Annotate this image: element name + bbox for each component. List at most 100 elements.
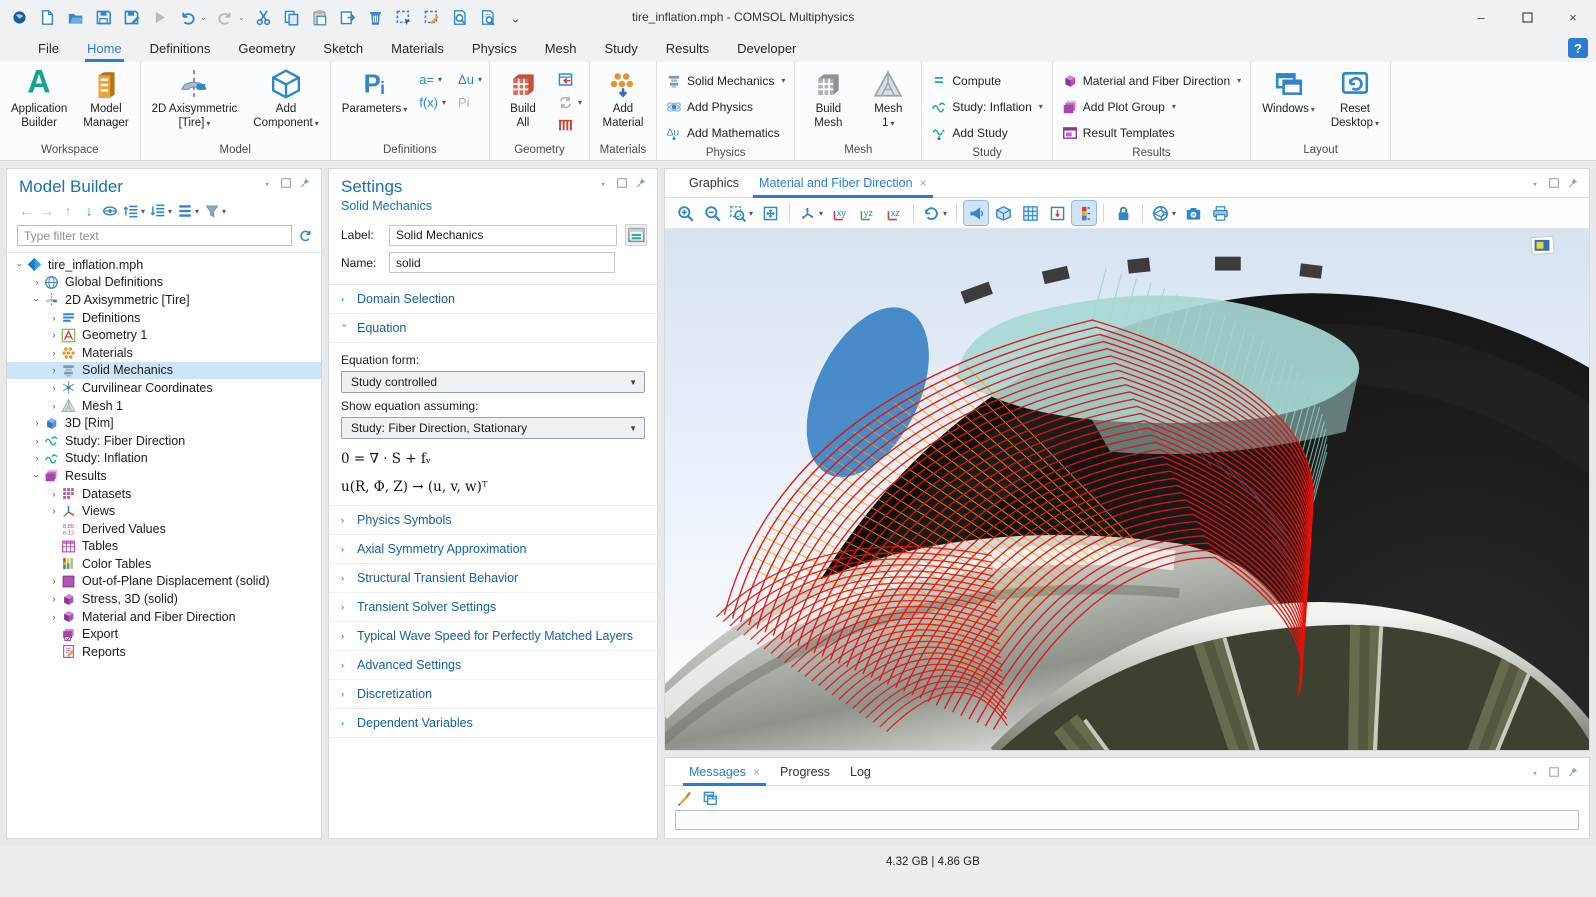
ribbon-button-build-all[interactable]: BuildAll xyxy=(494,66,552,133)
ribbon-button-parameters[interactable]: PᵢParameters▾ xyxy=(335,66,414,120)
section-header-typical-wave-speed-for-perfectly-matched-layers[interactable]: ›Typical Wave Speed for Perfectly Matche… xyxy=(329,622,657,651)
clip-plane-button[interactable] xyxy=(1045,201,1069,225)
tree-item[interactable]: ›Geometry 1 xyxy=(7,326,321,344)
tree-item[interactable]: ›tire_inflation.mph xyxy=(7,256,321,274)
overflow-button[interactable]: ⌄ xyxy=(502,4,528,30)
env-reflections-button[interactable] xyxy=(1018,201,1042,225)
ribbon-button-reset-desktop[interactable]: ResetDesktop▾ xyxy=(1324,66,1386,134)
graphics-tab-graphics[interactable]: Graphics xyxy=(679,169,749,198)
show-equation-select[interactable]: Study: Fiber Direction, Stationary▼ xyxy=(341,417,645,439)
section-header-discretization[interactable]: ›Discretization xyxy=(329,680,657,709)
section-header-advanced-settings[interactable]: ›Advanced Settings xyxy=(329,651,657,680)
zoom-out-button[interactable] xyxy=(700,201,724,225)
ribbon-button-add-material[interactable]: AddMaterial xyxy=(594,66,652,133)
label-field-input[interactable] xyxy=(389,225,617,246)
tree-item[interactable]: ›Material and Fiber Direction xyxy=(7,608,321,626)
tree-item[interactable]: ›Stress, 3D (solid) xyxy=(7,590,321,608)
tree-item[interactable]: ›2D Axisymmetric [Tire] xyxy=(7,291,321,309)
save-button[interactable] xyxy=(90,4,116,30)
maximize-button[interactable] xyxy=(1504,0,1550,34)
copy-table-button[interactable] xyxy=(701,789,719,807)
open-button[interactable] xyxy=(62,4,88,30)
ribbon-button-mesh-tri[interactable]: Mesh1▾ xyxy=(859,66,917,134)
ribbon-row-add-plot-group[interactable]: Add Plot Group▾ xyxy=(1057,94,1246,119)
ribbon-button-axisym-2d[interactable]: 2D Axisymmetric[Tire]▾ xyxy=(145,66,245,134)
menu-tab-geometry[interactable]: Geometry xyxy=(224,34,309,62)
tab-close-icon[interactable]: × xyxy=(920,176,927,190)
panel-corner-icons[interactable]: ▾ xyxy=(597,177,647,189)
tree-expander-icon[interactable]: › xyxy=(30,436,44,446)
section-header-axial-symmetry-approximation[interactable]: ›Axial Symmetry Approximation xyxy=(329,535,657,564)
tree-item[interactable]: ›Curvilinear Coordinates xyxy=(7,379,321,397)
cut-button[interactable] xyxy=(250,4,276,30)
find-doc-button[interactable] xyxy=(446,4,472,30)
minimize-button[interactable]: – xyxy=(1458,0,1504,34)
ribbon-button-app-builder[interactable]: AApplicationBuilder xyxy=(4,66,74,133)
help-button[interactable]: ? xyxy=(1568,38,1588,58)
equation-form-select[interactable]: Study controlled▼ xyxy=(341,371,645,393)
tree-item[interactable]: ›Mesh 1 xyxy=(7,397,321,415)
redo-button[interactable] xyxy=(212,4,238,30)
tree-item[interactable]: ›Views xyxy=(7,502,321,520)
node-group-button[interactable]: ▾ xyxy=(176,202,200,220)
panel-corner-icons[interactable]: ▾ xyxy=(1529,177,1579,189)
menu-tab-sketch[interactable]: Sketch xyxy=(309,34,377,62)
section-header-physics-symbols[interactable]: ›Physics Symbols xyxy=(329,506,657,535)
ribbon-button-build-mesh[interactable]: BuildMesh xyxy=(799,66,857,133)
undo-button[interactable] xyxy=(174,4,200,30)
lock-axes-button[interactable] xyxy=(1111,201,1135,225)
zoom-in-button[interactable] xyxy=(673,201,697,225)
tree-expander-icon[interactable]: › xyxy=(47,594,61,604)
section-header-domain-selection[interactable]: ›Domain Selection xyxy=(329,285,657,314)
color-legend-button[interactable] xyxy=(1072,201,1096,225)
menu-tab-results[interactable]: Results xyxy=(652,34,723,62)
rotate-button[interactable]: ▾ xyxy=(921,201,949,225)
copy-button[interactable] xyxy=(278,4,304,30)
print-button[interactable] xyxy=(1208,201,1232,225)
snapshot-button[interactable] xyxy=(1181,201,1205,225)
tree-expander-icon[interactable]: › xyxy=(47,506,61,516)
save-edit-button[interactable] xyxy=(118,4,144,30)
section-header-structural-transient-behavior[interactable]: ›Structural Transient Behavior xyxy=(329,564,657,593)
paste-button[interactable] xyxy=(306,4,332,30)
ribbon-row-add-study[interactable]: Add Study xyxy=(926,120,1047,145)
messages-tab-messages[interactable]: Messages× xyxy=(679,758,770,786)
go-to-view-button[interactable]: ▾ xyxy=(797,201,825,225)
run-button[interactable] xyxy=(146,4,172,30)
tree-expander-icon[interactable]: › xyxy=(47,401,61,411)
ribbon-row-result-templates[interactable]: Result Templates xyxy=(1057,120,1246,145)
refresh-icon[interactable] xyxy=(298,228,313,243)
view-xz-button[interactable]: xz xyxy=(882,201,906,225)
section-header-transient-solver-settings[interactable]: ›Transient Solver Settings xyxy=(329,593,657,622)
tree-item[interactable]: ›Study: Inflation xyxy=(7,450,321,468)
messages-tab-progress[interactable]: Progress xyxy=(770,758,840,786)
show-toggle-button[interactable] xyxy=(101,202,119,220)
ribbon-mini-Δu[interactable]: Δu▾ xyxy=(455,68,485,90)
search-doc-button[interactable] xyxy=(474,4,500,30)
tree-expander-icon[interactable]: › xyxy=(47,383,61,393)
tree-expander-icon[interactable]: › xyxy=(47,365,61,375)
messages-output[interactable] xyxy=(675,810,1579,830)
duplicate-button[interactable] xyxy=(334,4,360,30)
filter-button[interactable]: ▾ xyxy=(203,202,227,220)
tree-expander-icon[interactable]: › xyxy=(30,453,44,463)
zoom-extents-button[interactable] xyxy=(758,201,782,225)
select-button[interactable] xyxy=(390,4,416,30)
tree-expander-icon[interactable]: › xyxy=(47,612,61,622)
ribbon-mini-import-seq[interactable] xyxy=(554,68,585,90)
tree-item[interactable]: ›Study: Fiber Direction xyxy=(7,432,321,450)
create-parameter-button[interactable] xyxy=(625,224,647,246)
transparency-button[interactable] xyxy=(991,201,1015,225)
tree-expander-icon[interactable]: › xyxy=(47,348,61,358)
graphics-canvas[interactable] xyxy=(665,229,1589,750)
section-header-equation[interactable]: ›Equation xyxy=(329,314,657,343)
tree-item[interactable]: ›Results xyxy=(7,467,321,485)
menu-tab-file[interactable]: File xyxy=(24,34,73,62)
tree-expander-icon[interactable]: › xyxy=(15,258,25,272)
tree-item[interactable]: Color Tables xyxy=(7,555,321,573)
view-xy-button[interactable]: xy xyxy=(828,201,852,225)
delete-button[interactable] xyxy=(362,4,388,30)
zoom-box-button[interactable]: ▾ xyxy=(727,201,755,225)
tree-item[interactable]: 8.85e-12Derived Values xyxy=(7,520,321,538)
tab-close-icon[interactable]: × xyxy=(753,765,760,779)
